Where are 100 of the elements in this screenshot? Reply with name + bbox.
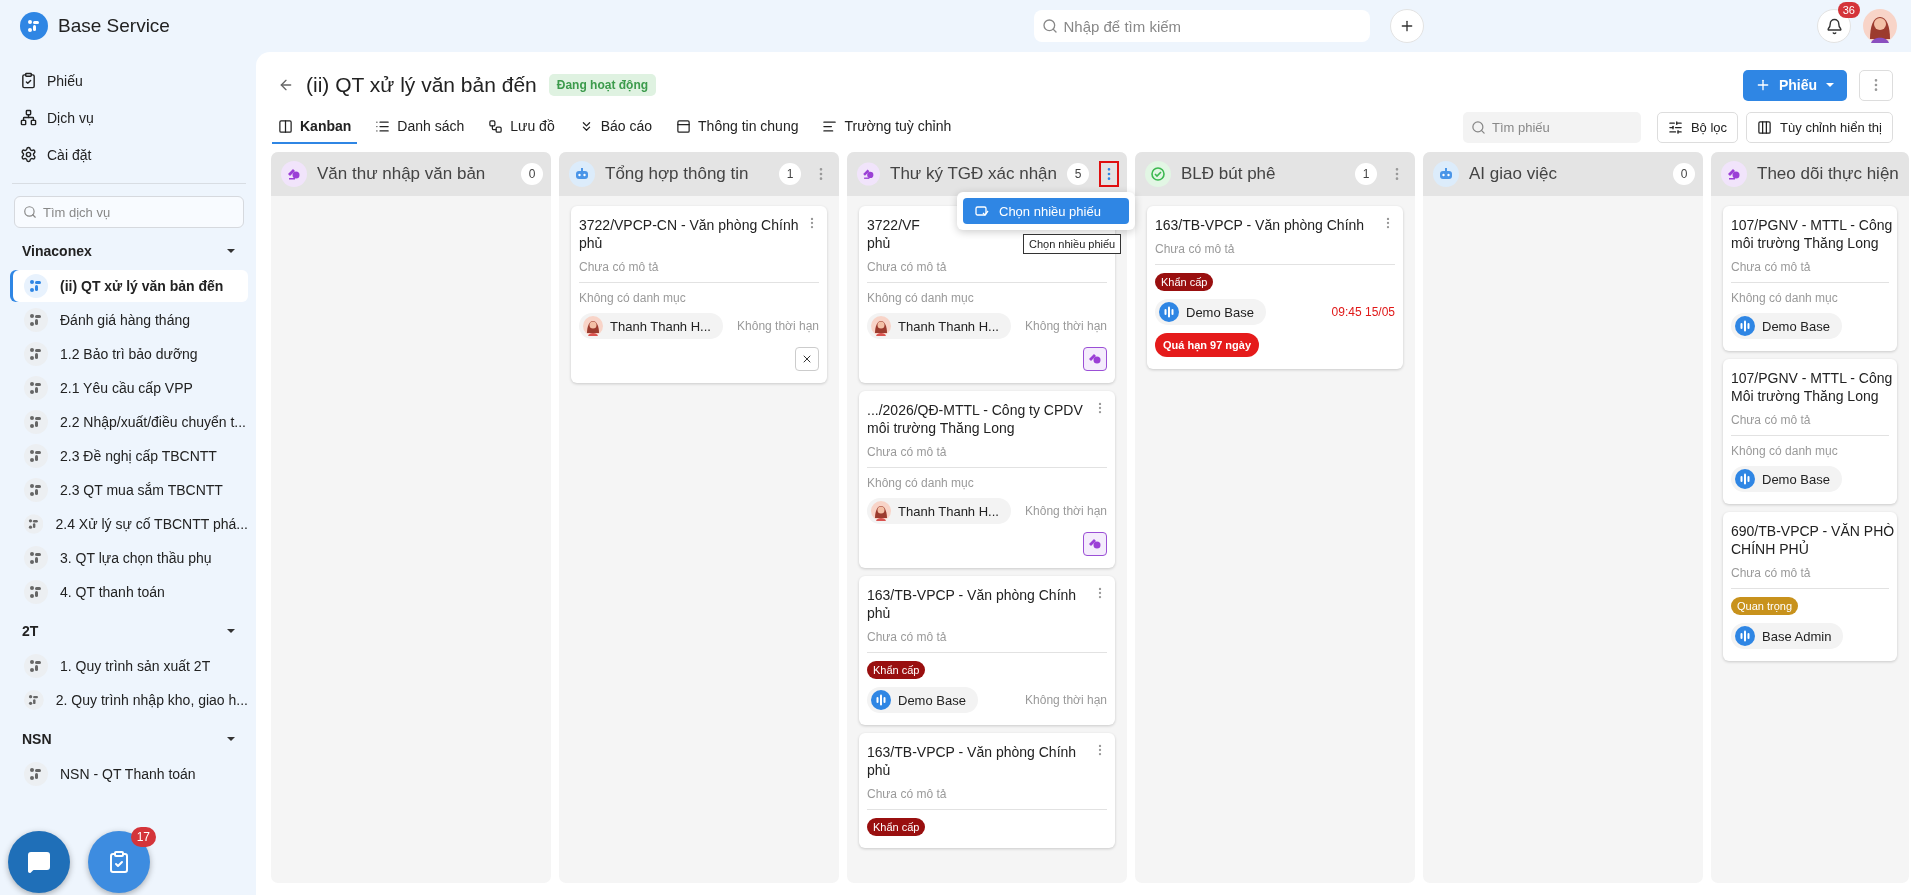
- ticket-card[interactable]: 107/PGNV - MTTL - Công Môi trường Thăng Long Chưa có mô tả Không có danh mục Demo Base: [1723, 359, 1897, 504]
- service-search-field[interactable]: Tìm dịch vụ: [14, 196, 244, 228]
- check-circle-icon: [1145, 161, 1171, 187]
- workflow-icon: [1088, 352, 1102, 366]
- workflow-step-button[interactable]: [1083, 532, 1107, 556]
- notification-count: 36: [1837, 2, 1860, 18]
- caret-icon[interactable]: [226, 736, 236, 742]
- column-count: 5: [1067, 163, 1089, 185]
- avatar-icon: [583, 316, 603, 336]
- workflow-icon: [281, 161, 307, 187]
- ticket-card[interactable]: 107/PGNV - MTTL - Công môi trường Thăng Long Chưa có mô tả Không có danh mục Demo Base: [1723, 206, 1897, 351]
- service-item[interactable]: Đánh giá hàng tháng: [10, 304, 248, 336]
- service-item[interactable]: 2.3 QT mua sắm TBCNTT: [10, 474, 248, 506]
- priority-tag: Khẩn cấp: [867, 818, 926, 836]
- clipboard-icon: [107, 850, 131, 874]
- service-item[interactable]: (ii) QT xử lý văn bản đến: [10, 270, 248, 302]
- due-date: Không thời hạn: [1025, 693, 1107, 707]
- column-title: AI giao việc: [1469, 164, 1558, 184]
- service-item[interactable]: 1. Quy trình sản xuất 2T: [10, 650, 248, 682]
- service-item[interactable]: 2. Quy trình nhập kho, giao h...: [10, 684, 248, 716]
- assignee-chip: Base Admin: [1731, 623, 1844, 649]
- view-tab[interactable]: Thông tin chung: [670, 110, 805, 144]
- view-tab[interactable]: Trường tuỳ chỉnh: [816, 110, 958, 144]
- tasks-button[interactable]: [88, 831, 150, 893]
- add-button[interactable]: [1389, 9, 1424, 43]
- logo-icon: [20, 12, 48, 40]
- card-title: 690/TB-VPCP - VĂN PHÒ CHÍNH PHỦ: [1731, 522, 1895, 558]
- org-logo-icon: [1735, 469, 1755, 489]
- ticket-card[interactable]: 163/TB-VPCP - Văn phòng Chính phủ Chưa có mô tả Khẩn cấp Demo Base Không thời hạn: [859, 576, 1115, 725]
- chat-button[interactable]: [8, 831, 70, 893]
- ticket-card[interactable]: 690/TB-VPCP - VĂN PHÒ CHÍNH PHỦ Chưa có mô tả Quan trọng Base Admin: [1723, 512, 1897, 661]
- ticket-card[interactable]: 163/TB-VPCP - Văn phòng Chính Chưa có mô tả Khẩn cấp Demo Base 09:45 15/05 Quá hạn 97 ngày: [1147, 206, 1403, 369]
- caret-icon: [1825, 82, 1835, 88]
- caret-icon[interactable]: [226, 628, 236, 634]
- search-icon: [23, 205, 37, 219]
- nav-item[interactable]: Dịch vụ: [47, 109, 94, 126]
- priority-tag: Quan trọng: [1731, 597, 1799, 615]
- service-item[interactable]: 2.1 Yêu cầu cấp VPP: [10, 372, 248, 404]
- org-logo-icon: [871, 690, 891, 710]
- list-icon: [375, 118, 391, 134]
- overdue-tag: Quá hạn 97 ngày: [1155, 333, 1260, 357]
- workflow-step-button[interactable]: [1083, 347, 1107, 371]
- card-category: Không có danh mục: [579, 291, 687, 305]
- service-item[interactable]: 4. QT thanh toán: [10, 576, 248, 608]
- due-date: Không thời hạn: [1025, 319, 1107, 333]
- due-date: Không thời hạn: [737, 319, 819, 333]
- service-item[interactable]: 2.2 Nhập/xuất/điều chuyển t...: [10, 406, 248, 438]
- search-icon: [1470, 119, 1486, 135]
- service-item[interactable]: NSN - QT Thanh toán: [10, 758, 248, 790]
- filter-button[interactable]: Bộ lọc: [1656, 111, 1739, 143]
- service-item[interactable]: 2.4 Xử lý sự cố TBCNTT phá...: [10, 508, 248, 540]
- due-date: 09:45 15/05: [1331, 305, 1395, 319]
- robot-icon: [569, 161, 595, 187]
- column-menu-button[interactable]: [1099, 161, 1119, 187]
- clipboard-icon: [20, 72, 37, 89]
- tasks-count: 17: [130, 827, 156, 847]
- card-description: Chưa có mô tả: [1731, 260, 1812, 274]
- card-description: Chưa có mô tả: [867, 787, 948, 801]
- service-item[interactable]: 1.2 Bảo trì bảo dưỡng: [10, 338, 248, 370]
- card-description: Chưa có mô tả: [867, 260, 948, 274]
- caret-icon[interactable]: [226, 248, 236, 254]
- search-field[interactable]: Nhập để tìm kiếm: [1033, 10, 1370, 42]
- back-icon[interactable]: [278, 77, 294, 93]
- card-category: Không có danh mục: [1731, 444, 1839, 458]
- status-badge: Đang hoạt động: [548, 74, 657, 96]
- view-tab[interactable]: Danh sách: [369, 110, 471, 144]
- workflow-icon: [857, 161, 881, 187]
- card-description: Chưa có mô tả: [579, 260, 660, 274]
- card-category: Không có danh mục: [867, 476, 975, 490]
- close-icon: [801, 353, 813, 365]
- org-logo-icon: [1735, 316, 1755, 336]
- due-date: Không thời hạn: [1025, 504, 1107, 518]
- process-icon: [24, 342, 48, 366]
- view-tab[interactable]: Kanban: [272, 110, 358, 144]
- process-icon: [24, 580, 48, 604]
- view-tab[interactable]: Lưu đồ: [482, 110, 561, 144]
- card-title: 3722/VF phủ: [867, 216, 920, 252]
- create-ticket-button[interactable]: Phiếu: [1742, 69, 1847, 101]
- service-item[interactable]: 3. QT lựa chọn thầu phụ: [10, 542, 248, 574]
- service-item[interactable]: 2.3 Đề nghị cấp TBCNTT: [10, 440, 248, 472]
- card-description: Chưa có mô tả: [1731, 413, 1812, 427]
- card-description: Chưa có mô tả: [1155, 242, 1236, 256]
- view-tab[interactable]: Báo cáo: [572, 110, 659, 144]
- menu-item[interactable]: Chọn nhiều phiếu: [963, 198, 1129, 224]
- tooltip: Chọn nhiều phiếu: [1023, 234, 1122, 254]
- ticket-card[interactable]: .../2026/QĐ-MTTL - Công ty CPDV môi trường Thăng Long Chưa có mô tả Không có danh mục Thanh Thanh H... Không thời hạn: [859, 391, 1115, 568]
- priority-tag: Khẩn cấp: [1155, 273, 1214, 291]
- ticket-card[interactable]: 163/TB-VPCP - Văn phòng Chính phủ Chưa có mô tả Khẩn cấp: [859, 733, 1115, 848]
- nav-item[interactable]: Phiếu: [47, 72, 83, 89]
- display-settings-button[interactable]: Tùy chỉnh hiển thị: [1746, 111, 1893, 143]
- priority-tag: Khẩn cấp: [867, 661, 926, 679]
- card-description: Chưa có mô tả: [867, 445, 948, 459]
- nav-item[interactable]: Cài đặt: [47, 146, 92, 163]
- flowchart-icon: [488, 118, 504, 134]
- card-title: 3722/VPCP-CN - Văn phòng Chính phủ: [579, 216, 799, 252]
- process-icon: [24, 410, 48, 434]
- ticket-card[interactable]: 3722/VPCP-CN - Văn phòng Chính phủ Chưa có mô tả Không có danh mục Thanh Thanh H... Không thời hạn: [571, 206, 827, 383]
- user-avatar[interactable]: [1863, 9, 1897, 43]
- column-title: Tổng hợp thông tin: [605, 164, 750, 184]
- close-button[interactable]: [795, 347, 819, 371]
